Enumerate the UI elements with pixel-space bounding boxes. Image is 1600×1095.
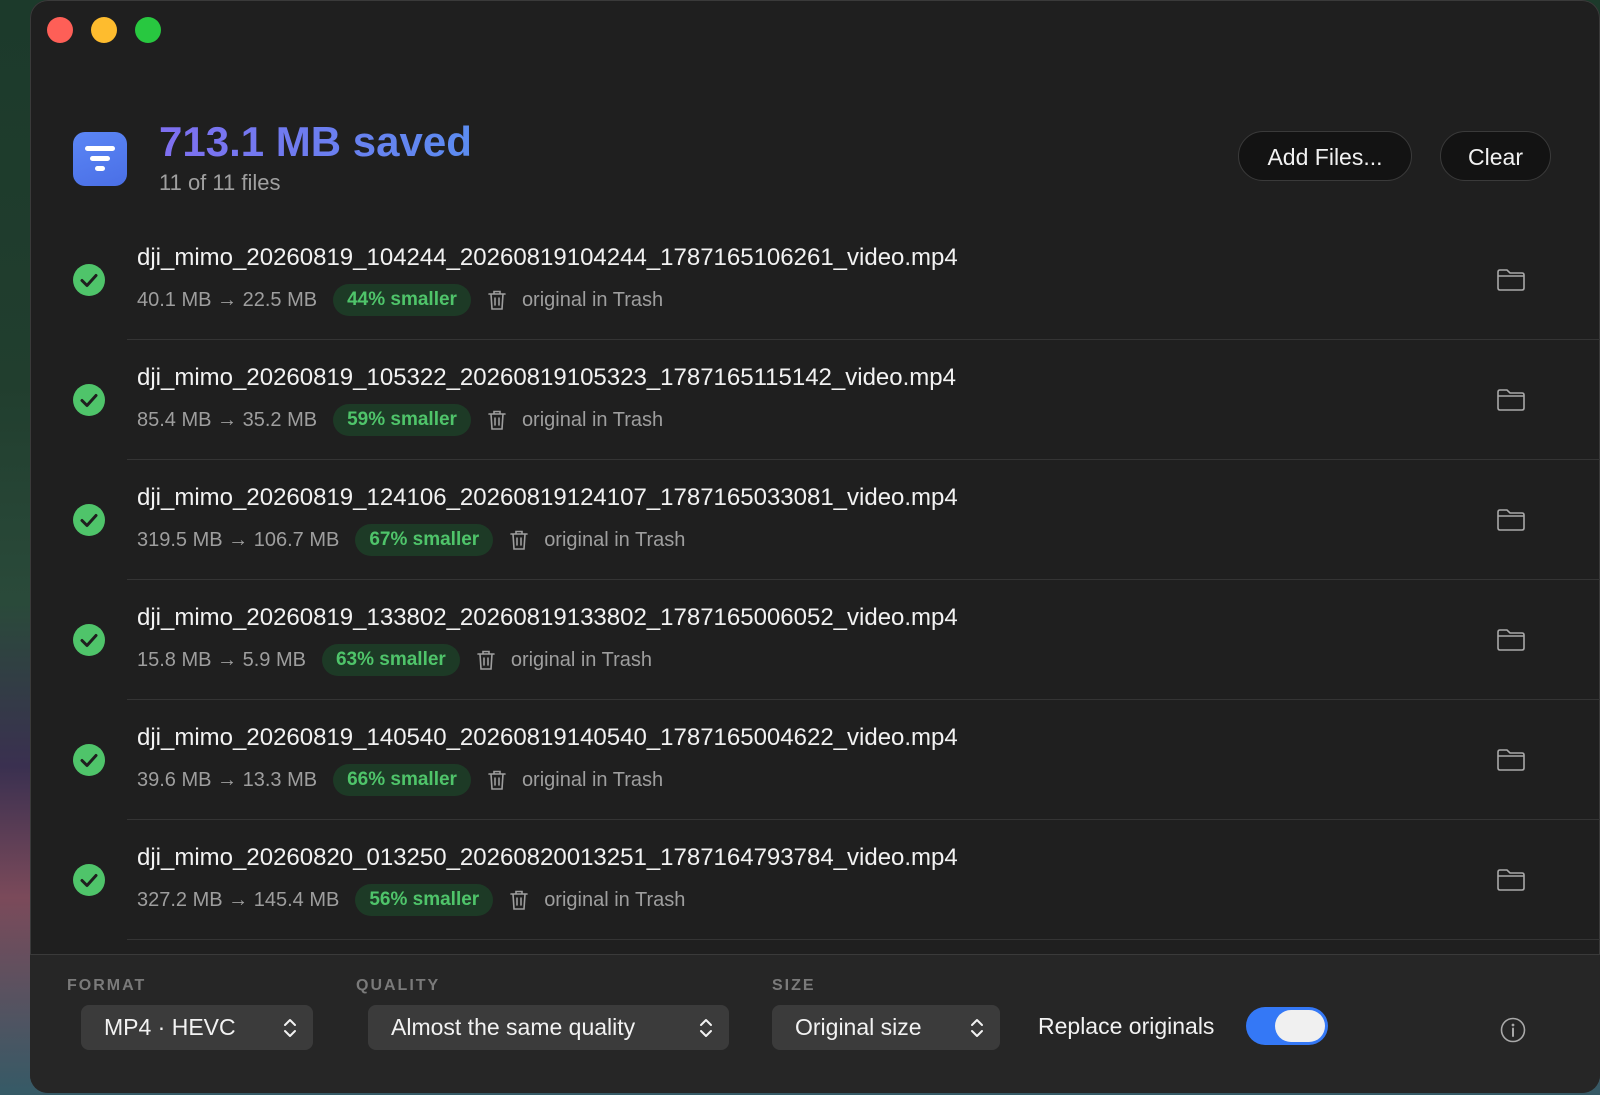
file-row[interactable]: dji_mimo_20260819_104244_20260819104244_… — [30, 220, 1600, 340]
file-name: dji_mimo_20260819_124106_20260819124107_… — [137, 484, 958, 511]
reveal-folder-icon[interactable] — [1496, 628, 1526, 652]
reduction-badge: 67% smaller — [355, 524, 494, 556]
savings-title: 713.1 MB saved — [159, 118, 472, 165]
row-divider — [127, 939, 1600, 940]
reveal-folder-icon[interactable] — [1496, 268, 1526, 292]
file-meta: 319.5 MB → 106.7 MB 67% smaller original… — [137, 524, 685, 556]
file-list: dji_mimo_20260819_104244_20260819104244_… — [30, 220, 1600, 940]
success-check-icon — [73, 744, 105, 776]
toggle-knob — [1275, 1010, 1325, 1042]
file-sizes: 40.1 MB → 22.5 MB — [137, 288, 318, 311]
close-window-button[interactable] — [47, 17, 73, 43]
file-row[interactable]: dji_mimo_20260819_140540_20260819140540_… — [30, 700, 1600, 820]
trash-icon — [488, 290, 506, 310]
settings-bar: FORMAT MP4 · HEVC QUALITY Almost the sam… — [30, 954, 1600, 1093]
minimize-window-button[interactable] — [91, 17, 117, 43]
app-window: 713.1 MB saved 11 of 11 files Add Files.… — [30, 0, 1600, 1093]
reveal-folder-icon[interactable] — [1496, 868, 1526, 892]
format-value: MP4 · HEVC — [104, 1014, 236, 1040]
trash-note: original in Trash — [521, 768, 664, 791]
size-label: SIZE — [772, 977, 816, 994]
reduction-badge: 56% smaller — [355, 884, 494, 916]
file-sizes: 319.5 MB → 106.7 MB — [137, 528, 340, 551]
success-check-icon — [73, 504, 105, 536]
reveal-folder-icon[interactable] — [1496, 508, 1526, 532]
file-sizes: 327.2 MB → 145.4 MB — [137, 888, 340, 911]
file-row[interactable]: dji_mimo_20260819_133802_20260819133802_… — [30, 580, 1600, 700]
reduction-badge: 44% smaller — [333, 284, 471, 316]
quality-label: QUALITY — [356, 977, 441, 994]
trash-icon — [510, 890, 528, 910]
file-sizes: 15.8 MB → 5.9 MB — [137, 648, 306, 671]
reduction-badge: 59% smaller — [333, 404, 471, 436]
reduction-badge: 66% smaller — [333, 764, 471, 796]
quality-value: Almost the same quality — [391, 1014, 636, 1040]
success-check-icon — [73, 624, 105, 656]
size-value: Original size — [795, 1014, 922, 1040]
info-icon[interactable] — [1500, 1017, 1526, 1043]
format-label: FORMAT — [67, 977, 147, 994]
reduction-badge: 63% smaller — [321, 644, 460, 676]
success-check-icon — [73, 864, 105, 896]
file-name: dji_mimo_20260819_105322_20260819105323_… — [137, 364, 956, 391]
file-row[interactable]: dji_mimo_20260819_124106_20260819124107_… — [30, 460, 1600, 580]
chevron-up-down-icon — [700, 1019, 712, 1037]
trash-icon — [488, 770, 506, 790]
trash-icon — [510, 530, 528, 550]
trash-note: original in Trash — [521, 408, 664, 431]
add-files-button[interactable]: Add Files... — [1238, 131, 1412, 181]
reveal-folder-icon[interactable] — [1496, 388, 1526, 412]
success-check-icon — [73, 264, 105, 296]
trash-note: original in Trash — [544, 528, 686, 551]
format-select[interactable]: MP4 · HEVC — [81, 1005, 313, 1050]
replace-originals-label: Replace originals — [1038, 1013, 1215, 1039]
success-check-icon — [73, 384, 105, 416]
zoom-window-button[interactable] — [135, 17, 161, 43]
quality-select[interactable]: Almost the same quality — [368, 1005, 729, 1050]
app-logo-icon — [73, 132, 127, 186]
file-count: 11 of 11 files — [159, 170, 281, 195]
reveal-folder-icon[interactable] — [1496, 748, 1526, 772]
trash-icon — [488, 410, 506, 430]
file-meta: 85.4 MB → 35.2 MB 59% smaller original i… — [137, 404, 663, 436]
file-meta: 39.6 MB → 13.3 MB 66% smaller original i… — [137, 764, 663, 796]
file-sizes: 39.6 MB → 13.3 MB — [137, 768, 318, 791]
window-controls — [47, 17, 161, 43]
trash-note: original in Trash — [510, 648, 653, 671]
file-name: dji_mimo_20260819_104244_20260819104244_… — [137, 244, 958, 271]
file-meta: 40.1 MB → 22.5 MB 44% smaller original i… — [137, 284, 663, 316]
file-name: dji_mimo_20260819_140540_20260819140540_… — [137, 724, 958, 751]
replace-originals-toggle[interactable] — [1246, 1007, 1328, 1045]
file-row[interactable]: dji_mimo_20260820_013250_20260820013251_… — [30, 820, 1600, 940]
trash-note: original in Trash — [521, 288, 664, 311]
chevron-up-down-icon — [284, 1019, 296, 1037]
file-sizes: 85.4 MB → 35.2 MB — [137, 408, 318, 431]
chevron-up-down-icon — [971, 1019, 983, 1037]
file-name: dji_mimo_20260819_133802_20260819133802_… — [137, 604, 958, 631]
trash-note: original in Trash — [544, 888, 686, 911]
file-name: dji_mimo_20260820_013250_20260820013251_… — [137, 844, 958, 871]
file-meta: 15.8 MB → 5.9 MB 63% smaller original in… — [137, 644, 652, 676]
size-select[interactable]: Original size — [772, 1005, 1000, 1050]
trash-icon — [477, 650, 495, 670]
clear-button[interactable]: Clear — [1440, 131, 1551, 181]
file-meta: 327.2 MB → 145.4 MB 56% smaller original… — [137, 884, 685, 916]
file-row[interactable]: dji_mimo_20260819_105322_20260819105323_… — [30, 340, 1600, 460]
